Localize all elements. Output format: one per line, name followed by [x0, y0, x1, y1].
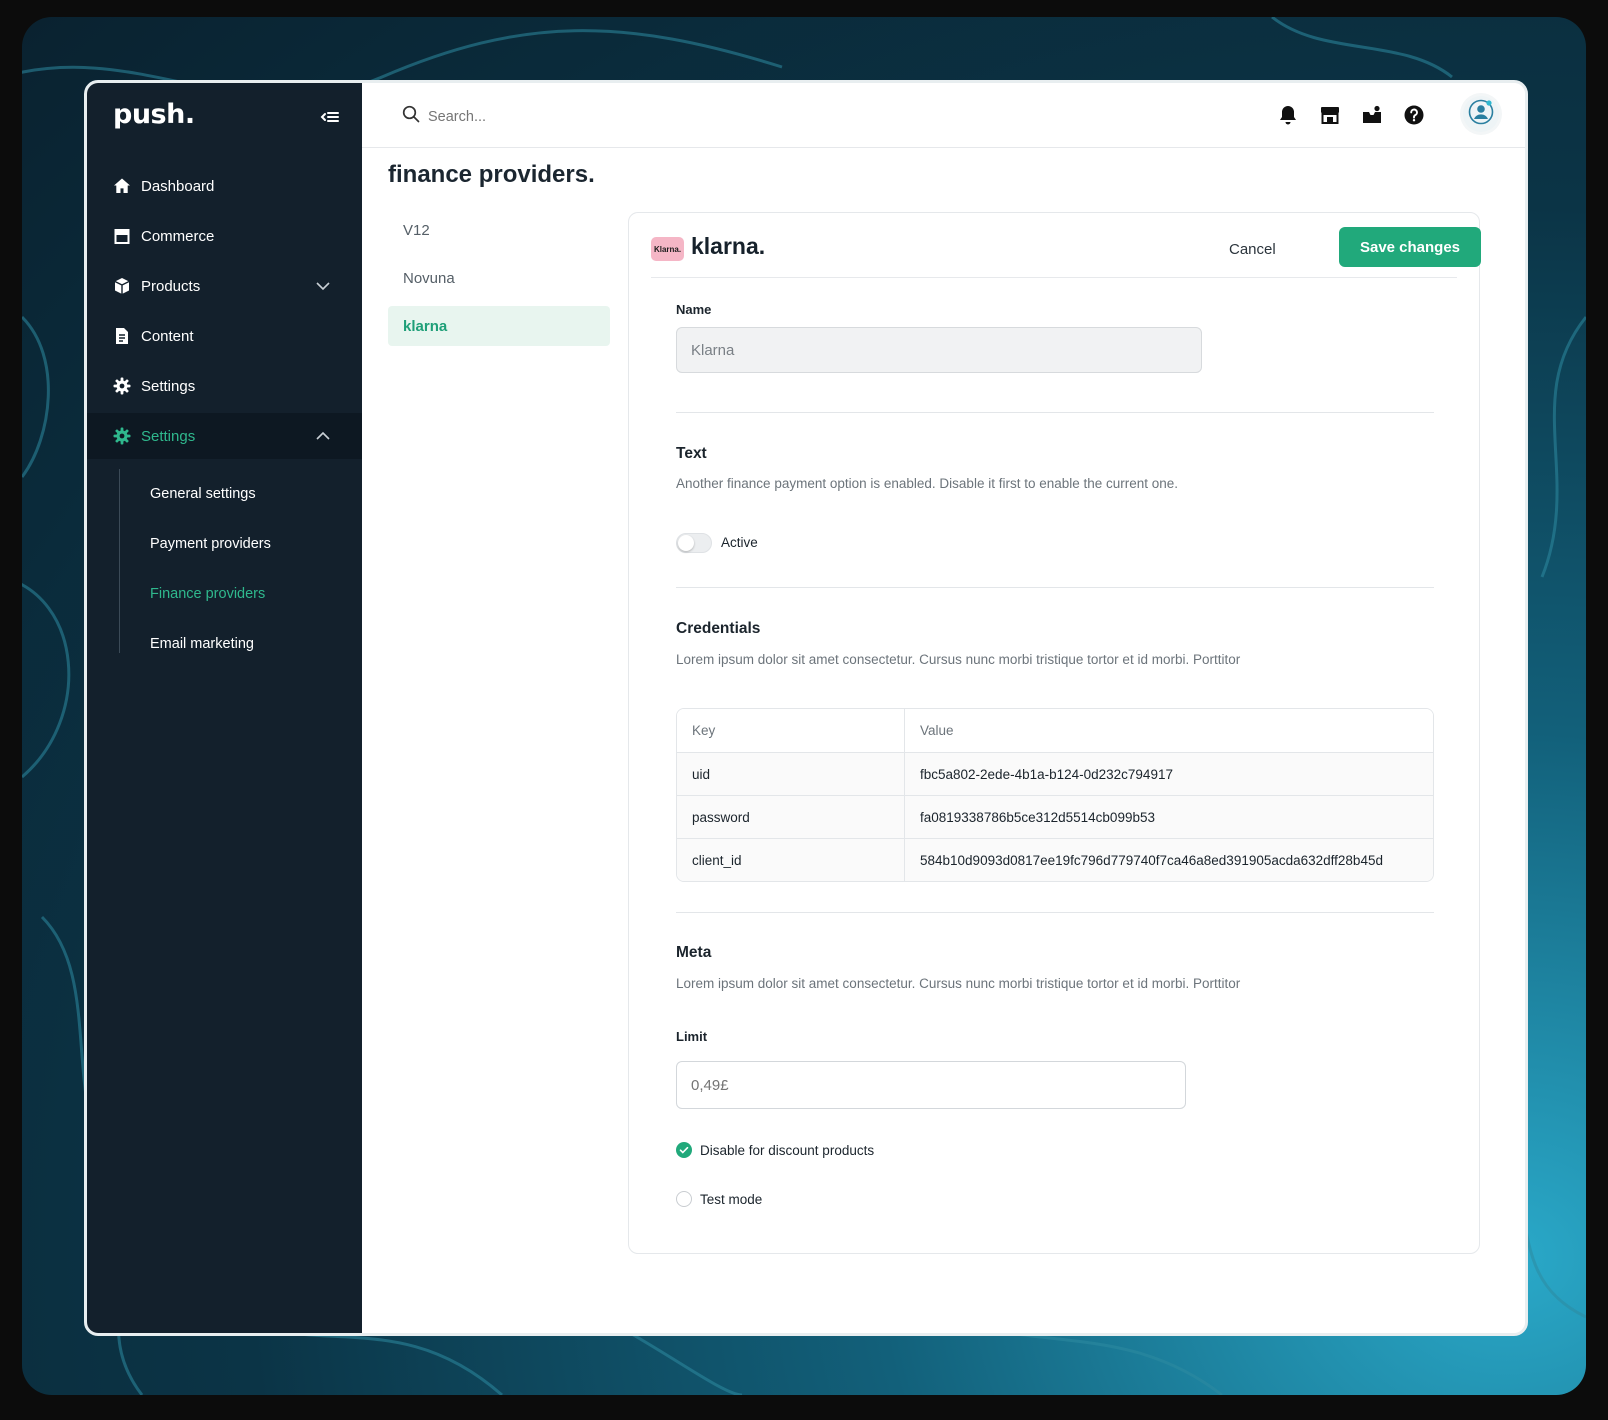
table-row: password fa0819338786b5ce312d5514cb099b5… [677, 795, 1433, 838]
subnav-item-email-marketing[interactable]: Email marketing [150, 619, 362, 669]
logo: push. [113, 99, 195, 130]
meta-section-title: Meta [676, 944, 712, 961]
user-icon [1468, 99, 1494, 130]
sidebar-item-content[interactable]: Content [87, 311, 362, 361]
document-icon [113, 327, 131, 345]
bell-icon[interactable] [1277, 104, 1299, 126]
meta-section-description: Lorem ipsum dolor sit amet consectetur. … [676, 976, 1241, 991]
credentials-table: Key Value uid fbc5a802-2ede-4b1a-b124-0d… [676, 708, 1434, 882]
sidebar-item-dashboard[interactable]: Dashboard [87, 161, 362, 211]
toggle-knob [678, 535, 694, 551]
app-window: push. Dashboard Commerce Products Conten… [84, 80, 1528, 1336]
search-icon [402, 105, 420, 128]
search-bar [402, 105, 730, 128]
card-header: Klarna. klarna. Cancel Save changes [651, 227, 1481, 278]
text-section-description: Another finance payment option is enable… [676, 476, 1179, 491]
table-row: uid fbc5a802-2ede-4b1a-b124-0d232c794917 [677, 752, 1433, 795]
credential-value: fa0819338786b5ce312d5514cb099b53 [905, 795, 1433, 838]
sidebar-item-label: Content [141, 327, 194, 345]
collapse-sidebar-icon[interactable] [319, 107, 341, 127]
gear-icon [113, 377, 131, 395]
sidebar-item-label: Commerce [141, 227, 215, 245]
sidebar-item-label: Dashboard [141, 177, 215, 195]
active-toggle[interactable] [676, 533, 712, 553]
cancel-button[interactable]: Cancel [1221, 237, 1284, 262]
credential-value: fbc5a802-2ede-4b1a-b124-0d232c794917 [905, 752, 1433, 795]
name-label: Name [676, 302, 712, 317]
column-header-value: Value [905, 709, 1433, 752]
chevron-down-icon[interactable] [315, 278, 331, 294]
test-mode-checkbox-row[interactable]: Test mode [676, 1191, 762, 1207]
disable-discount-checkbox-row[interactable]: Disable for discount products [676, 1142, 874, 1158]
sidebar: push. Dashboard Commerce Products Conten… [87, 83, 362, 1333]
checkbox-label: Test mode [700, 1191, 763, 1207]
sidebar-item-settings-active[interactable]: Settings [87, 413, 362, 459]
avatar[interactable] [1463, 96, 1499, 132]
help-icon[interactable] [1403, 104, 1425, 126]
divider [676, 587, 1434, 588]
box-icon [113, 277, 131, 295]
provider-item-v12[interactable]: V12 [388, 210, 610, 250]
subnav-item-finance-providers[interactable]: Finance providers [150, 569, 362, 619]
main-area: finance providers. V12 Novuna klarna Kla… [362, 83, 1525, 1333]
gear-icon [113, 427, 131, 445]
settings-subnav: General settings Payment providers Finan… [87, 469, 362, 669]
provider-item-novuna[interactable]: Novuna [388, 258, 610, 298]
save-changes-button[interactable]: Save changes [1339, 227, 1481, 267]
sidebar-item-commerce[interactable]: Commerce [87, 211, 362, 261]
store-icon [113, 227, 131, 245]
checkbox-unchecked[interactable] [676, 1191, 692, 1207]
credential-key: uid [677, 752, 905, 795]
text-section-title: Text [676, 445, 707, 462]
subnav-rail [119, 469, 120, 653]
credential-key: password [677, 795, 905, 838]
credentials-section-title: Credentials [676, 620, 761, 637]
credential-key: client_id [677, 838, 905, 881]
sidebar-nav: Dashboard Commerce Products Content Sett… [87, 161, 362, 669]
chevron-up-icon[interactable] [315, 428, 331, 444]
provider-detail-card: Klarna. klarna. Cancel Save changes Name… [628, 212, 1481, 1254]
table-header-row: Key Value [677, 709, 1433, 752]
check-icon [679, 1146, 689, 1154]
divider [676, 912, 1434, 913]
inbox-icon[interactable] [1361, 104, 1383, 126]
subnav-item-general-settings[interactable]: General settings [150, 469, 362, 519]
search-input[interactable] [426, 107, 730, 126]
subnav-item-payment-providers[interactable]: Payment providers [150, 519, 362, 569]
table-row: client_id 584b10d9093d0817ee19fc796d7797… [677, 838, 1433, 881]
store-icon[interactable] [1319, 104, 1341, 126]
home-icon [113, 177, 131, 195]
column-header-key: Key [677, 709, 905, 752]
top-icons [1277, 104, 1425, 126]
provider-name-heading: klarna. [691, 233, 766, 259]
name-field[interactable] [676, 327, 1202, 373]
sidebar-item-label: Settings [141, 377, 196, 395]
top-bar [362, 83, 1525, 148]
page-title: finance providers. [388, 161, 595, 188]
limit-input[interactable] [676, 1061, 1186, 1109]
klarna-logo-badge: Klarna. [651, 237, 684, 261]
limit-label: Limit [676, 1029, 708, 1044]
sidebar-item-products[interactable]: Products [87, 261, 362, 311]
credential-value: 584b10d9093d0817ee19fc796d779740f7ca46a8… [905, 838, 1433, 881]
checkbox-checked[interactable] [676, 1142, 692, 1158]
active-toggle-label: Active [721, 535, 758, 550]
sidebar-item-label: Products [141, 277, 201, 295]
sidebar-item-label: Settings [141, 427, 196, 445]
checkbox-label: Disable for discount products [700, 1142, 875, 1158]
provider-item-klarna[interactable]: klarna [388, 306, 610, 346]
divider [676, 412, 1434, 413]
provider-list: V12 Novuna klarna [388, 210, 610, 354]
credentials-section-description: Lorem ipsum dolor sit amet consectetur. … [676, 652, 1241, 667]
sidebar-item-settings[interactable]: Settings [87, 361, 362, 411]
